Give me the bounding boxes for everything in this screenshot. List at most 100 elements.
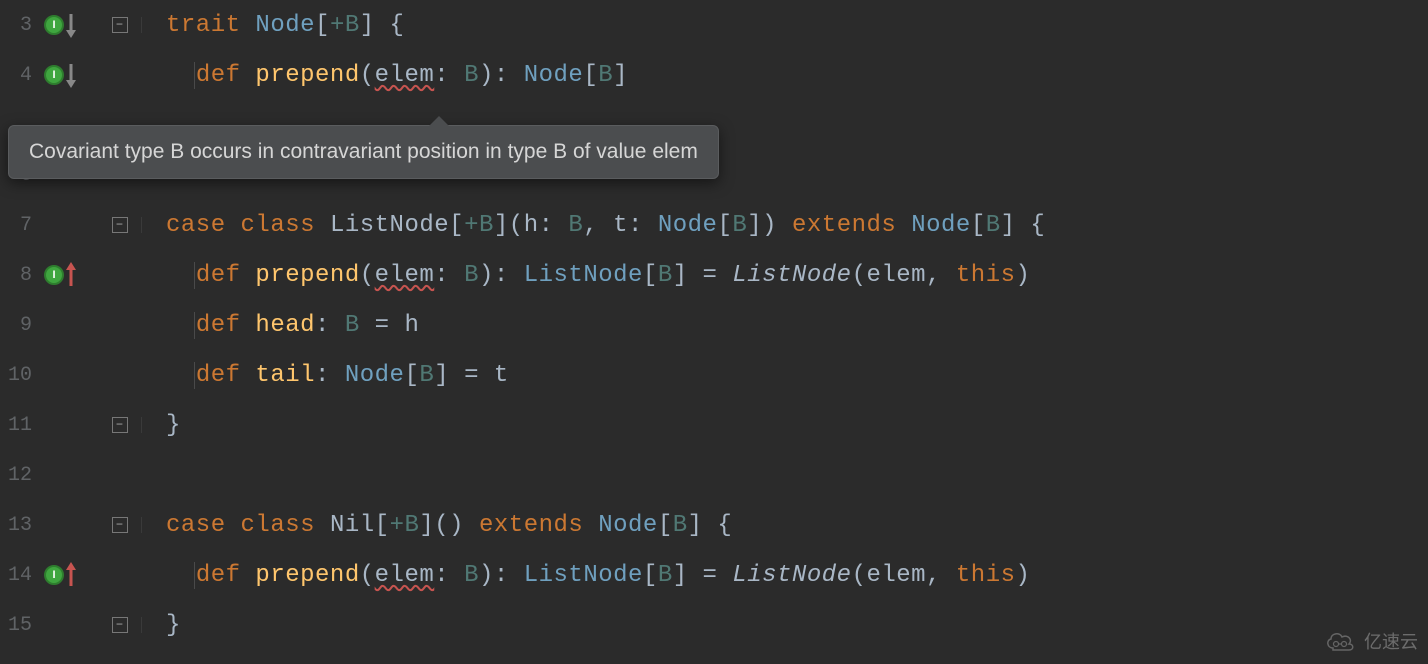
- code-content[interactable]: trait Node[+B] {: [142, 12, 404, 39]
- code-token: head: [255, 312, 315, 339]
- code-token: prepend: [255, 262, 359, 289]
- code-token: ] {: [688, 512, 733, 539]
- code-line[interactable]: 4I def prepend(elem: B): Node[B]: [0, 50, 1428, 100]
- code-token: ]): [747, 212, 792, 239]
- indent-guide: [194, 62, 195, 89]
- code-token: :: [539, 212, 569, 239]
- implements-icon[interactable]: I: [44, 65, 64, 85]
- code-token: [: [404, 362, 419, 389]
- code-token: case class: [166, 212, 330, 239]
- code-token: [: [449, 212, 464, 239]
- fold-gutter: −: [98, 217, 142, 233]
- line-number: 3: [0, 14, 38, 37]
- line-number: 15: [0, 614, 38, 637]
- fold-collapse-icon[interactable]: −: [112, 517, 128, 533]
- code-token: :: [434, 562, 464, 589]
- code-token: def: [196, 362, 256, 389]
- fold-expand-icon[interactable]: −: [112, 417, 128, 433]
- code-line[interactable]: 15 −}: [0, 600, 1428, 650]
- code-token: ):: [479, 562, 524, 589]
- code-token: :: [315, 312, 345, 339]
- code-token: ] {: [360, 12, 405, 39]
- code-line[interactable]: 7−case class ListNode[+B](h: B, t: Node[…: [0, 200, 1428, 250]
- code-token: :: [315, 362, 345, 389]
- code-line[interactable]: 8I def prepend(elem: B): ListNode[B] = L…: [0, 250, 1428, 300]
- arrow-up-icon: [64, 562, 78, 588]
- code-content[interactable]: def prepend(elem: B): ListNode[B] = List…: [142, 562, 1030, 589]
- line-number: 9: [0, 314, 38, 337]
- code-content[interactable]: def prepend(elem: B): Node[B]: [142, 62, 628, 89]
- code-token: elem: [375, 562, 435, 589]
- line-number: 12: [0, 464, 38, 487]
- code-line[interactable]: 12: [0, 450, 1428, 500]
- indent-guide: [194, 262, 195, 289]
- code-token: (elem,: [852, 562, 956, 589]
- code-token: [166, 62, 196, 89]
- code-line[interactable]: 11 −}: [0, 400, 1428, 450]
- code-content[interactable]: }: [142, 612, 181, 639]
- line-number: 11: [0, 414, 38, 437]
- code-content[interactable]: def head: B = h: [142, 312, 419, 339]
- watermark-cloud-icon: [1324, 630, 1358, 652]
- code-token: +B: [330, 12, 360, 39]
- code-token: [166, 362, 196, 389]
- implements-icon[interactable]: I: [44, 565, 64, 585]
- fold-expand-icon[interactable]: −: [112, 617, 128, 633]
- code-token: Node: [255, 12, 315, 39]
- code-token: case class: [166, 512, 330, 539]
- arrow-down-icon: [64, 12, 78, 38]
- code-token: ] =: [673, 262, 733, 289]
- code-content[interactable]: }: [142, 412, 181, 439]
- code-token: B: [673, 512, 688, 539]
- code-line[interactable]: 3I −trait Node[+B] {: [0, 0, 1428, 50]
- code-token: [: [643, 262, 658, 289]
- implements-icon[interactable]: I: [44, 15, 64, 35]
- code-content[interactable]: def tail: Node[B] = t: [142, 362, 509, 389]
- code-token: def: [196, 312, 256, 339]
- gutter-icons: I: [38, 262, 98, 288]
- fold-collapse-icon[interactable]: −: [112, 17, 128, 33]
- code-token: ](: [494, 212, 524, 239]
- code-token: :: [434, 262, 464, 289]
- code-token: B: [986, 212, 1001, 239]
- fold-gutter: −: [98, 517, 142, 533]
- code-token: [: [583, 62, 598, 89]
- line-number: 13: [0, 514, 38, 537]
- code-token: tail: [255, 362, 315, 389]
- implements-icon[interactable]: I: [44, 265, 64, 285]
- code-token: this: [956, 262, 1016, 289]
- code-token: +B: [464, 212, 494, 239]
- code-token: B: [568, 212, 583, 239]
- code-token: Node: [598, 512, 658, 539]
- code-token: ] =: [673, 562, 733, 589]
- code-editor[interactable]: 3I−trait Node[+B] {4I def prepend(elem: …: [0, 0, 1428, 664]
- code-token: B: [658, 262, 673, 289]
- code-token: B: [658, 562, 673, 589]
- code-content[interactable]: case class ListNode[+B](h: B, t: Node[B]…: [142, 212, 1045, 239]
- code-token: this: [956, 562, 1016, 589]
- code-token: [166, 262, 196, 289]
- code-token: ): [1016, 562, 1031, 589]
- fold-collapse-icon[interactable]: −: [112, 217, 128, 233]
- code-token: Nil: [330, 512, 375, 539]
- code-token: [: [643, 562, 658, 589]
- code-token: B: [345, 312, 360, 339]
- code-token: prepend: [255, 562, 359, 589]
- line-number: 4: [0, 64, 38, 87]
- line-number: 14: [0, 564, 38, 587]
- code-token: [: [717, 212, 732, 239]
- code-line[interactable]: 9 def head: B = h: [0, 300, 1428, 350]
- code-token: Node: [345, 362, 405, 389]
- code-content[interactable]: def prepend(elem: B): ListNode[B] = List…: [142, 262, 1030, 289]
- code-content[interactable]: case class Nil[+B]() extends Node[B] {: [142, 512, 732, 539]
- code-token: elem: [375, 262, 435, 289]
- code-token: = h: [360, 312, 420, 339]
- indent-guide: [194, 562, 195, 589]
- arrow-up-icon: [64, 262, 78, 288]
- fold-gutter: −: [98, 617, 142, 633]
- code-line[interactable]: 10 def tail: Node[B] = t: [0, 350, 1428, 400]
- code-line[interactable]: 13 −case class Nil[+B]() extends Node[B] …: [0, 500, 1428, 550]
- code-line[interactable]: 14 I def prepend(elem: B): ListNode[B] = …: [0, 550, 1428, 600]
- error-tooltip: Covariant type B occurs in contravariant…: [8, 125, 719, 179]
- code-token: [166, 312, 196, 339]
